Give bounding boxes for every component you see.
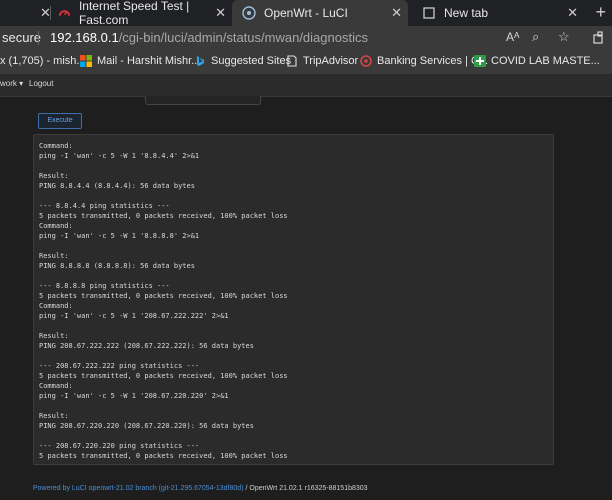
menu-network[interactable]: work ▾ (0, 79, 23, 88)
close-tab-icon[interactable]: ✕ (567, 5, 578, 21)
url-host: 192.168.0.1 (50, 30, 119, 45)
zoom-icon[interactable]: ⌕ (532, 29, 539, 45)
tab-title: New tab (444, 6, 489, 20)
execute-button[interactable]: Execute (38, 113, 82, 129)
openwrt-logo-icon (242, 6, 256, 20)
new-tab-page-icon (423, 7, 435, 19)
new-tab-button[interactable]: + (595, 2, 606, 23)
bookmark-suggested-sites[interactable]: Suggested Sites (194, 55, 291, 67)
bookmark-label: Banking Services | C... (377, 55, 489, 67)
menu-logout[interactable]: Logout (29, 79, 53, 88)
bookmark-mail[interactable]: Mail - Harshit Mishr... (80, 55, 200, 67)
close-tab-icon[interactable]: ✕ (391, 5, 402, 21)
interface-select[interactable] (145, 96, 261, 105)
page-footer: Powered by LuCI openwrt-21.02 branch (gi… (33, 485, 368, 492)
tab-strip: ✕ Internet Speed Test | Fast.com ✕ OpenW… (0, 0, 612, 27)
bookmark-label: TripAdvisor (303, 55, 359, 67)
microsoft-icon (80, 55, 92, 67)
tab-title: Internet Speed Test | Fast.com (78, 0, 190, 27)
openwrt-version: OpenWrt 21.02.1 r16325-88151b8303 (249, 485, 368, 492)
tab-separator (50, 6, 51, 20)
tab-new[interactable]: New tab ✕ (412, 0, 582, 26)
security-indicator[interactable]: secure (2, 30, 41, 45)
diagnostics-output: Command: ping -I 'wan' -c 5 -W 1 '8.8.4.… (33, 134, 554, 465)
bookmark-label: x (1,705) - mish... (0, 55, 86, 67)
bookmark-tripadvisor[interactable]: TripAdvisor (286, 55, 358, 67)
url-field[interactable]: 192.168.0.1/cgi-bin/luci/admin/status/mw… (50, 30, 368, 45)
bookmark-label: Mail - Harshit Mishr... (97, 55, 201, 67)
bookmark-covid-lab[interactable]: COVID LAB MASTE... (474, 55, 600, 67)
address-bar: secure 192.168.0.1/cgi-bin/luci/admin/st… (0, 26, 612, 50)
bookmark-label: COVID LAB MASTE... (491, 55, 600, 67)
bank-logo-icon (360, 55, 372, 67)
add-favorite-icon[interactable]: ☆ (558, 29, 570, 45)
tab-title: OpenWrt - LuCI (264, 6, 348, 20)
bookmark-banking[interactable]: Banking Services | C... (360, 55, 488, 67)
output-text: Command: ping -I 'wan' -c 5 -W 1 '8.8.4.… (39, 142, 288, 460)
address-divider (38, 31, 39, 45)
fast-logo-icon (58, 10, 71, 16)
luci-version-link[interactable]: Powered by LuCI openwrt-21.02 branch (gi… (33, 485, 244, 492)
page-content: work ▾ Logout Execute Command: ping -I '… (0, 75, 612, 500)
bookmarks-bar: x (1,705) - mish... Mail - Harshit Mishr… (0, 50, 612, 75)
bookmark-inbox[interactable]: x (1,705) - mish... (0, 55, 86, 67)
extension-puzzle-icon[interactable] (592, 31, 606, 45)
bookmark-label: Suggested Sites (211, 55, 292, 67)
page-icon (287, 55, 297, 67)
url-path: /cgi-bin/luci/admin/status/mwan/diagnost… (118, 30, 368, 45)
tab-openwrt-luci[interactable]: OpenWrt - LuCI ✕ (232, 0, 408, 26)
bing-icon (197, 56, 204, 66)
luci-menu-bar: work ▾ Logout (0, 75, 612, 97)
plus-icon (474, 55, 486, 67)
tab-fast[interactable]: Internet Speed Test | Fast.com ✕ (58, 0, 230, 27)
close-tab-icon[interactable]: ✕ (215, 5, 226, 21)
read-aloud-icon[interactable]: Aᴬ (506, 30, 519, 44)
